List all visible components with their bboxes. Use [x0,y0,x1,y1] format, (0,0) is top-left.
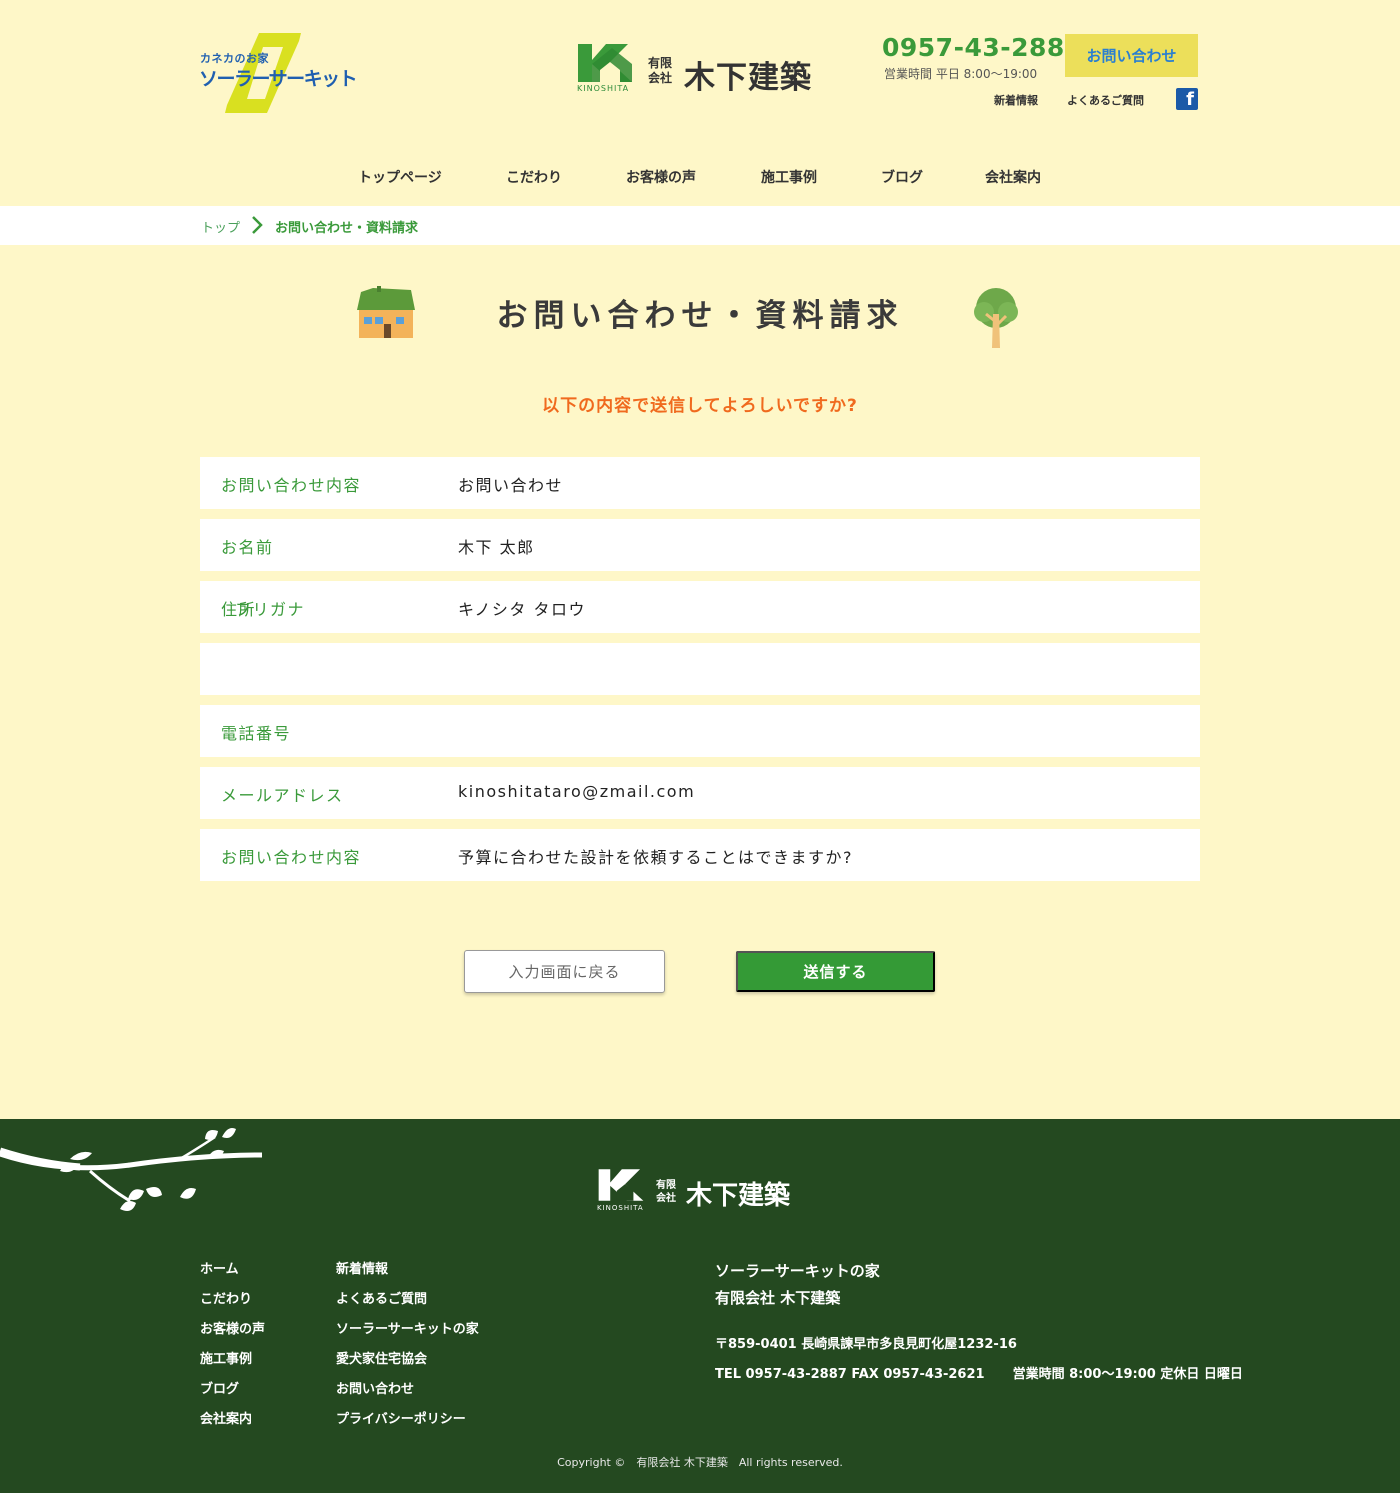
solar-circuit-logo[interactable]: カネカのお家 ソーラーサーキット [198,33,358,117]
solar-logo-name: ソーラーサーキット [199,68,358,90]
copyright: Copyright © 有限会社 木下建築 All rights reserve… [557,1456,843,1469]
phone-number[interactable]: 0957-43-2887 [882,33,1083,62]
row-label: お問い合わせ内容 [221,476,362,495]
contact-button[interactable]: お問い合わせ [1065,34,1198,77]
global-nav: トップページ こだわり お客様の声 施工事例 ブログ 会社案内 [0,167,1400,191]
footer-nav-col1: ホーム こだわり お客様の声 施工事例 ブログ 会社案内 [200,1258,265,1438]
business-hours: 営業時間 平日 8:00〜19:00 [884,67,1038,81]
footer-company-info: ソーラーサーキットの家 有限会社 木下建築 〒859-0401 長崎県諫早市多良… [715,1258,1243,1382]
page-title: お問い合わせ・資料請求 [496,298,904,334]
footer-link-commitment[interactable]: こだわり [200,1288,265,1318]
footer-link-voice[interactable]: お客様の声 [200,1318,265,1348]
footer-company-logo[interactable]: KINOSHITA 有限 会社 木下建築 [597,1167,807,1213]
breadcrumb: トップ お問い合わせ・資料請求 [0,206,1400,245]
footer-link-faq[interactable]: よくあるご質問 [336,1288,479,1318]
footer-company-name: 木下建築 [686,1181,791,1211]
back-to-input-button[interactable]: 入力画面に戻る [464,950,665,993]
company-type-line1: 有限 [648,56,673,70]
facebook-icon[interactable]: f [1176,88,1198,110]
site-header: カネカのお家 ソーラーサーキット KINOSHITA 有限 会社 木下建築 09… [0,0,1400,206]
nav-item-commitment[interactable]: こだわり [506,167,562,187]
news-link[interactable]: 新着情報 [994,92,1038,108]
tree-icon [974,288,1018,348]
row-value: 木下 太郎 [458,538,535,557]
form-row [200,643,1200,695]
breadcrumb-top-link[interactable]: トップ [201,217,240,236]
row-value: お問い合わせ [458,476,564,495]
faq-link[interactable]: よくあるご質問 [1067,92,1144,108]
row-label: 電話番号 [221,724,292,743]
row-label-overlap: フリガナ [235,600,306,619]
kinoshita-k-mark-icon [578,44,632,82]
footer-link-dog-house[interactable]: 愛犬家住宅協会 [336,1348,479,1378]
form-row: お問い合わせ内容 お問い合わせ [200,457,1200,509]
submit-button[interactable]: 送信する [736,951,935,992]
nav-item-blog[interactable]: ブログ [881,167,923,187]
row-value: kinoshitataro@zmail.com [458,782,696,801]
footer-hours: 営業時間 8:00〜19:00 定休日 日曜日 [1012,1367,1243,1382]
footer-company-type: 有限 会社 [656,1179,676,1205]
row-label: お名前 [221,538,274,557]
form-row: メールアドレス kinoshitataro@zmail.com [200,767,1200,819]
footer-link-solar-circuit[interactable]: ソーラーサーキットの家 [336,1318,479,1348]
footer-company-type-line1: 有限 [656,1180,676,1191]
nav-item-company[interactable]: 会社案内 [985,167,1041,187]
row-value: キノシタ タロウ [458,600,586,619]
footer-link-home[interactable]: ホーム [200,1258,265,1288]
footer-link-works[interactable]: 施工事例 [200,1348,265,1378]
kinoshita-k-mark-icon [598,1169,644,1201]
footer-link-privacy[interactable]: プライバシーポリシー [336,1408,479,1438]
footer-nav-col2: 新着情報 よくあるご質問 ソーラーサーキットの家 愛犬家住宅協会 お問い合わせ … [336,1258,479,1438]
nav-item-works[interactable]: 施工事例 [761,167,817,187]
confirm-message: 以下の内容で送信してよろしいですか? [542,396,858,416]
site-footer: KINOSHITA 有限 会社 木下建築 ホーム こだわり お客様の声 施工事例… [0,1119,1400,1493]
chevron-right-icon [252,216,263,234]
tree-branch-icon [0,1128,263,1211]
form-row: お問い合わせ内容 予算に合わせた設計を依頼することはできますか? [200,829,1200,881]
footer-logo-mark-text: KINOSHITA [597,1204,644,1212]
form-row: 住所 フリガナ キノシタ タロウ [200,581,1200,633]
footer-info-line1: ソーラーサーキットの家 [715,1262,880,1280]
company-type: 有限 会社 [648,56,672,86]
breadcrumb-current: お問い合わせ・資料請求 [275,221,419,236]
confirmation-list: お問い合わせ内容 お問い合わせ お名前 木下 太郎 住所 フリガナ キノシタ タ… [200,457,1200,891]
footer-link-company[interactable]: 会社案内 [200,1408,265,1438]
footer-contact-line: TEL 0957-43-2887 FAX 0957-43-2621 営業時間 8:… [715,1363,1243,1382]
footer-address: 〒859-0401 長崎県諫早市多良見町化屋1232-16 [715,1337,1017,1352]
form-row: 電話番号 [200,705,1200,757]
company-name: 木下建築 [684,60,812,96]
company-logo-mark-text: KINOSHITA [577,84,630,93]
nav-item-top[interactable]: トップページ [358,167,442,187]
row-label: メールアドレス [221,786,344,805]
row-value: 予算に合わせた設計を依頼することはできますか? [458,848,853,867]
footer-link-contact[interactable]: お問い合わせ [336,1378,479,1408]
company-logo[interactable]: KINOSHITA 有限 会社 木下建築 [576,42,826,98]
form-row: お名前 木下 太郎 [200,519,1200,571]
row-label: お問い合わせ内容 [221,848,362,867]
footer-link-news[interactable]: 新着情報 [336,1258,479,1288]
footer-company-type-line2: 会社 [656,1193,676,1204]
nav-item-voice[interactable]: お客様の声 [626,167,696,187]
company-type-line2: 会社 [648,71,673,85]
footer-tel-fax: TEL 0957-43-2887 FAX 0957-43-2621 [715,1367,985,1382]
footer-info-line2: 有限会社 木下建築 [715,1289,841,1307]
footer-link-blog[interactable]: ブログ [200,1378,265,1408]
